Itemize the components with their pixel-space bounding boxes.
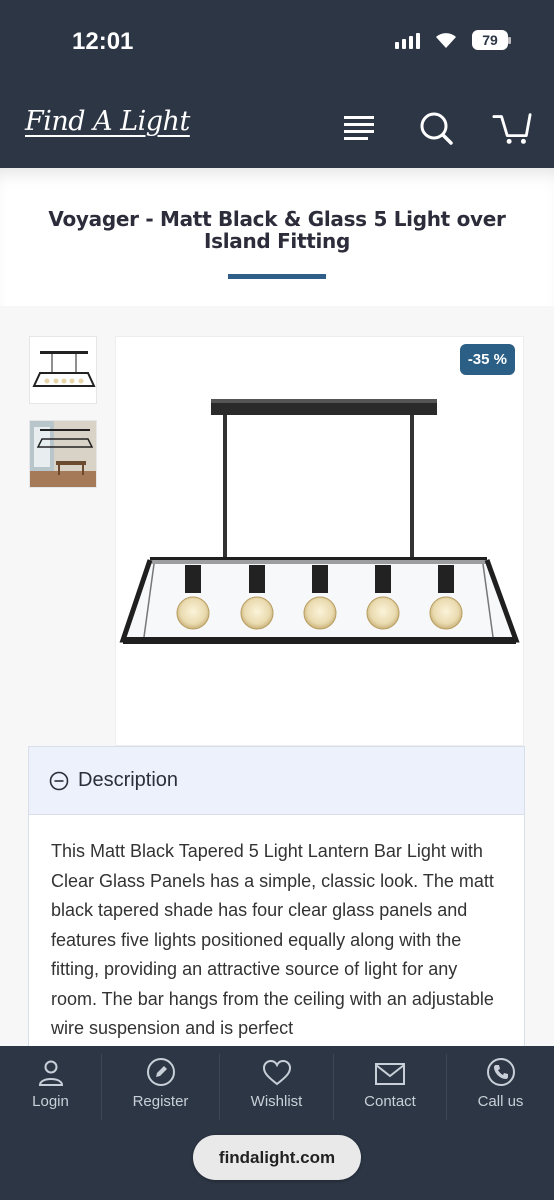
nav-wishlist[interactable]: Wishlist <box>220 1046 333 1120</box>
collapse-minus-icon <box>49 771 69 790</box>
cart-icon <box>492 113 532 144</box>
discount-badge: -35 % <box>459 344 515 375</box>
nav-register[interactable]: Register <box>102 1046 219 1120</box>
nav-wishlist-label: Wishlist <box>250 1093 303 1110</box>
nav-call-us-label: Call us <box>477 1093 524 1110</box>
product-title-section: Voyager - Matt Black & Glass 5 Light ove… <box>0 168 554 306</box>
search-icon <box>420 112 453 145</box>
lantern-product-image <box>119 399 520 644</box>
nav-register-label: Register <box>132 1093 189 1110</box>
lantern-thumbnail-image <box>32 351 96 387</box>
status-time: 12:01 <box>72 28 134 55</box>
nav-login[interactable]: Login <box>0 1046 101 1120</box>
pencil-icon <box>146 1058 175 1086</box>
thumbnail-product[interactable] <box>29 336 97 404</box>
heart-icon <box>262 1059 291 1086</box>
description-toggle[interactable]: Description <box>29 747 524 815</box>
nav-call-us[interactable]: Call us <box>447 1046 554 1120</box>
description-text: This Matt Black Tapered 5 Light Lantern … <box>51 841 494 1038</box>
menu-button[interactable] <box>339 108 379 148</box>
search-button[interactable] <box>416 108 456 148</box>
nav-contact[interactable]: Contact <box>334 1046 446 1120</box>
room-thumbnail-image <box>30 421 96 487</box>
description-accordion: Description This Matt Black Tapered 5 Li… <box>28 746 525 1056</box>
nav-login-label: Login <box>32 1093 69 1110</box>
phone-icon <box>486 1058 515 1086</box>
cellular-signal-icon <box>395 31 420 49</box>
menu-icon <box>344 116 374 140</box>
cart-button[interactable] <box>492 108 532 148</box>
status-icons: 79 <box>395 30 511 50</box>
browser-url-bar[interactable]: findalight.com <box>193 1135 361 1180</box>
main-product-image[interactable]: -35 % <box>115 336 524 746</box>
mail-icon <box>375 1063 405 1085</box>
site-logo[interactable]: Find A Light <box>25 106 190 137</box>
title-underline <box>228 274 326 279</box>
user-icon <box>38 1060 63 1086</box>
wifi-icon <box>436 33 456 48</box>
product-title: Voyager - Matt Black & Glass 5 Light ove… <box>48 207 506 253</box>
thumbnail-room[interactable] <box>29 420 97 488</box>
battery-indicator: 79 <box>472 30 511 50</box>
app-header: 12:01 79 Find A Light <box>0 0 554 168</box>
nav-contact-label: Contact <box>364 1093 416 1110</box>
description-heading: Description <box>78 769 179 791</box>
